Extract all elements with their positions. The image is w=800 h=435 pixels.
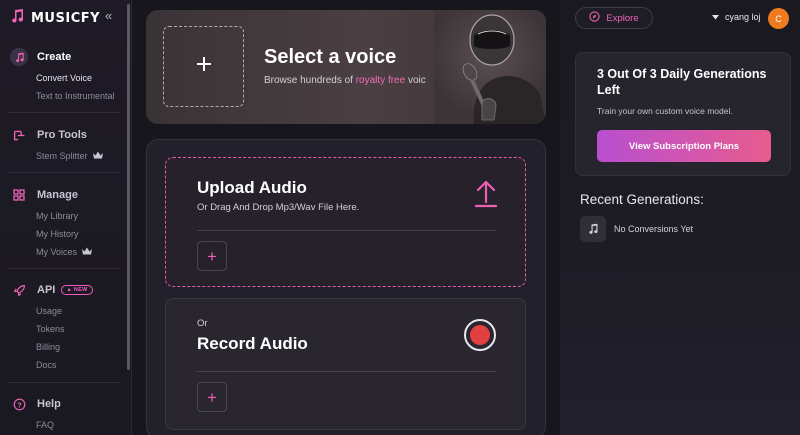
sidebar-section-help: ? Help FAQ — [0, 393, 128, 434]
sidebar-item-pro-tools[interactable]: Pro Tools — [0, 124, 128, 146]
sidebar-section-manage: Manage My Library My History My Voices — [0, 184, 128, 261]
sidebar-section-pro-tools: Pro Tools Stem Splitter — [0, 124, 128, 165]
upload-icon[interactable] — [474, 180, 498, 213]
sidebar-item-my-history[interactable]: My History — [0, 225, 128, 243]
select-voice-dropzone[interactable] — [163, 26, 244, 107]
sidebar-section-create: Create Convert Voice Text to Instrumenta… — [0, 46, 128, 105]
sidebar-divider — [8, 172, 120, 173]
sidebar-item-docs[interactable]: Docs — [0, 356, 128, 374]
sidebar-item-help[interactable]: ? Help — [0, 393, 128, 415]
caret-down-icon — [712, 12, 719, 22]
explore-button[interactable]: Explore — [575, 7, 653, 29]
sidebar-item-manage[interactable]: Manage — [0, 184, 128, 206]
new-badge: ▲ NEW — [61, 285, 93, 295]
sidebar-section-title: Help — [37, 398, 61, 410]
compass-icon — [589, 11, 601, 25]
view-subscription-plans-button[interactable]: View Subscription Plans — [597, 130, 771, 162]
sidebar-section-title: Create — [37, 51, 72, 63]
app-logo[interactable]: MUSICFY — [9, 8, 100, 29]
sidebar-item-usage[interactable]: Usage — [0, 302, 128, 320]
daily-generations-card: 3 Out Of 3 Daily Generations Left Train … — [575, 52, 791, 176]
record-audio-card: Or Record Audio + — [165, 298, 526, 430]
robot-singer-illustration — [434, 10, 546, 124]
collapse-sidebar-icon[interactable]: « — [105, 8, 112, 23]
sidebar-item-api[interactable]: API ▲ NEW — [0, 279, 128, 301]
sidebar-item-my-library[interactable]: My Library — [0, 207, 128, 225]
hero-subtitle: Browse hundreds of royalty free voic — [264, 75, 426, 86]
music-note-icon — [580, 216, 606, 242]
generations-title: 3 Out Of 3 Daily Generations Left — [597, 67, 767, 97]
sidebar-item-billing[interactable]: Billing — [0, 338, 128, 356]
upload-audio-subtitle: Or Drag And Drop Mp3/Wav File Here. — [197, 202, 360, 213]
upload-audio-title: Upload Audio — [197, 178, 307, 197]
username: cyang loj — [725, 12, 761, 22]
app-name: MUSICFY — [31, 11, 101, 26]
record-divider — [197, 371, 496, 372]
crown-icon — [82, 243, 93, 261]
sidebar-item-convert-voice[interactable]: Convert Voice — [0, 69, 128, 87]
plus-icon — [196, 56, 212, 77]
recent-generations-title: Recent Generations: — [580, 192, 704, 207]
sidebar-section-title: API — [37, 284, 56, 296]
grid-icon — [10, 186, 28, 204]
sidebar-divider — [8, 268, 120, 269]
record-prefix: Or — [197, 318, 208, 329]
sidebar-section-title: Pro Tools — [37, 129, 87, 141]
generations-subtitle: Train your own custom voice model. — [597, 106, 733, 116]
record-button[interactable] — [464, 319, 496, 351]
sidebar-item-text-to-instrumental[interactable]: Text to Instrumental — [0, 87, 128, 105]
select-voice-banner[interactable]: Select a voice Browse hundreds of royalt… — [146, 10, 546, 124]
help-icon: ? — [10, 395, 28, 413]
crown-icon — [92, 147, 103, 165]
sidebar-item-create[interactable]: Create — [0, 46, 128, 68]
upload-divider — [197, 230, 496, 231]
user-menu[interactable]: cyang loj — [712, 12, 761, 22]
stem-icon — [10, 126, 28, 144]
recent-empty-text: No Conversions Yet — [614, 224, 694, 234]
hero-title: Select a voice — [264, 46, 397, 68]
music-note-icon — [9, 8, 25, 29]
sidebar-item-tokens[interactable]: Tokens — [0, 320, 128, 338]
sidebar-item-my-voices[interactable]: My Voices — [0, 243, 128, 261]
avatar[interactable]: C — [768, 8, 789, 29]
sidebar-item-stem-splitter[interactable]: Stem Splitter — [0, 147, 128, 165]
sidebar-divider — [8, 112, 120, 113]
music-note-icon — [10, 48, 28, 66]
sidebar-section-title: Manage — [37, 189, 78, 201]
add-upload-button[interactable]: + — [197, 241, 227, 271]
record-audio-title: Record Audio — [197, 334, 308, 353]
svg-text:?: ? — [17, 400, 22, 409]
upload-audio-dropzone[interactable]: Upload Audio Or Drag And Drop Mp3/Wav Fi… — [165, 157, 526, 287]
royalty-free-link[interactable]: royalty free — [356, 75, 405, 86]
sidebar-section-api: API ▲ NEW Usage Tokens Billing Docs — [0, 279, 128, 374]
add-record-button[interactable]: + — [197, 382, 227, 412]
rocket-icon — [10, 281, 28, 299]
sidebar-item-faq[interactable]: FAQ — [0, 416, 128, 434]
record-dot-icon — [470, 325, 490, 345]
sidebar: MUSICFY « Create Convert Voice Text to I… — [0, 0, 132, 435]
sidebar-divider — [8, 382, 120, 383]
